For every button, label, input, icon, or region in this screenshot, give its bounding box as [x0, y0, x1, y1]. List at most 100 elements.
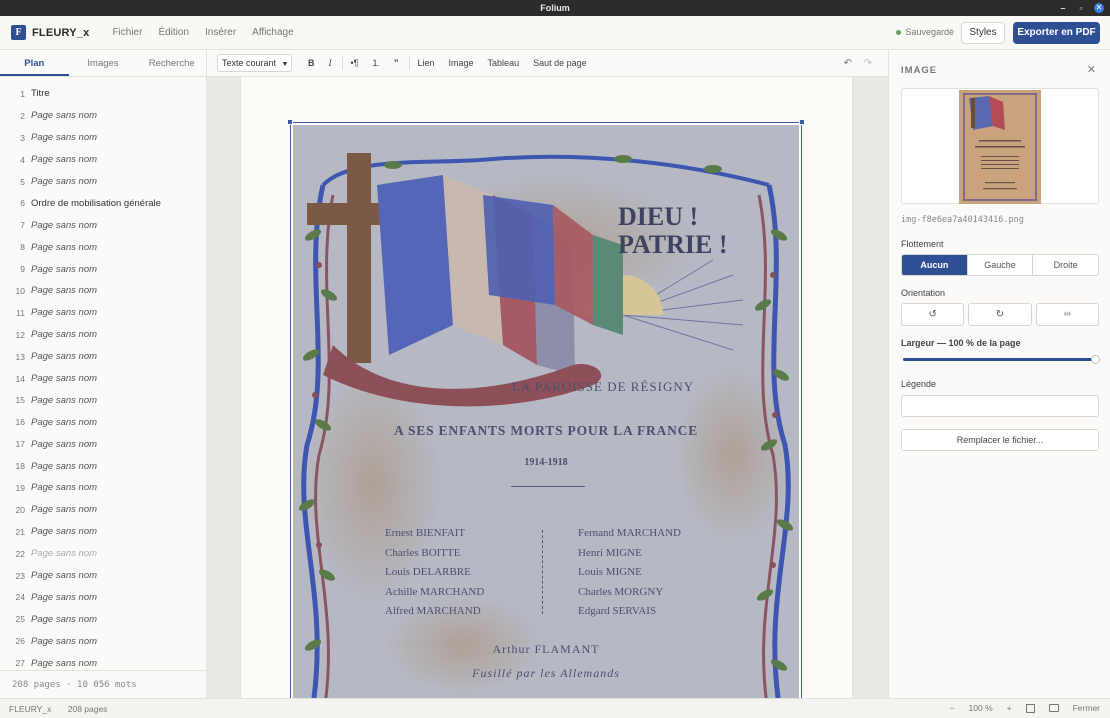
outline-item[interactable]: 20 Page sans nom — [0, 499, 206, 521]
outline-item[interactable]: 8 Page sans nom — [0, 236, 206, 258]
styles-button[interactable]: Styles — [961, 22, 1005, 44]
insert-table-button[interactable]: Tableau — [488, 58, 520, 68]
fit-width-icon[interactable] — [1048, 704, 1059, 712]
float-right-option[interactable]: Droite — [1032, 255, 1098, 275]
outline-item-title: Page sans nom — [31, 657, 98, 669]
outline-item-number: 27 — [15, 658, 25, 669]
outline-item-title: Page sans nom — [31, 394, 98, 406]
replace-file-button[interactable]: Remplacer le fichier... — [901, 429, 1099, 451]
outline-item-number: 22 — [15, 548, 25, 559]
status-page-count: 208 pages — [67, 704, 108, 714]
poster-name: Louis MIGNE — [578, 566, 642, 578]
outline-item[interactable]: 12 Page sans nom — [0, 324, 206, 346]
outline-item-title: Page sans nom — [31, 570, 98, 582]
orientation-label: Orientation — [901, 288, 946, 298]
poster-special-note: Fusillé par les Allemands — [472, 666, 620, 680]
document-canvas[interactable]: DIEU ! PATRIE ! LA PAROISSE DE RÉSIGNY A… — [207, 77, 888, 698]
outline-item[interactable]: 5 Page sans nom — [0, 171, 206, 193]
minimize-button[interactable]: – — [1058, 0, 1068, 16]
outline-item[interactable]: 6 Ordre de mobilisation générale — [0, 192, 206, 214]
resize-handle-top-right[interactable] — [799, 119, 805, 125]
poster-name: Charles BOITTE — [385, 546, 461, 559]
outline-item[interactable]: 14 Page sans nom — [0, 368, 206, 390]
link-button[interactable]: Lien — [418, 58, 435, 68]
rotate-right-icon[interactable]: ↻ — [968, 303, 1032, 326]
zoom-in-button[interactable]: + — [1007, 703, 1012, 713]
poster-name: Achille MARCHAND — [385, 585, 485, 598]
menu-affichage[interactable]: Affichage — [252, 27, 294, 38]
width-slider-handle[interactable] — [1091, 355, 1100, 364]
tab-recherche[interactable]: Recherche — [137, 50, 206, 76]
width-slider[interactable] — [903, 355, 1100, 364]
poster-motto: DIEU ! PATRIE ! — [618, 203, 738, 259]
rotate-left-icon[interactable]: ↺ — [901, 303, 965, 326]
caption-input[interactable] — [901, 395, 1099, 417]
outline-item-title: Page sans nom — [31, 132, 98, 144]
poster-name: Charles MORGNY — [578, 585, 664, 598]
outline-item[interactable]: 19 Page sans nom — [0, 477, 206, 499]
poster-motto-line-1: DIEU ! — [618, 202, 699, 231]
poster-names-right: Fernand MARCHAND Henri MIGNE Louis MIGNE Ch… — [578, 524, 728, 622]
selected-image-frame[interactable]: DIEU ! PATRIE ! LA PAROISSE DE RÉSIGNY A… — [287, 119, 805, 698]
outline-item[interactable]: 7 Page sans nom — [0, 214, 206, 236]
export-pdf-button[interactable]: Exporter en PDF — [1013, 22, 1100, 44]
outline-item[interactable]: 2 Page sans nom — [0, 105, 206, 127]
undo-icon[interactable]: ↶ — [844, 58, 852, 69]
poster-motto-line-2: PATRIE ! — [618, 230, 728, 259]
tab-images[interactable]: Images — [69, 50, 138, 76]
outline-item[interactable]: 9 Page sans nom — [0, 258, 206, 280]
paragraph-style-select[interactable]: Texte courant ▼ — [217, 54, 292, 72]
menu-fichier[interactable]: Fichier — [112, 27, 142, 38]
maximize-button[interactable]: ▫ — [1076, 0, 1086, 16]
close-document-button[interactable]: Fermer — [1073, 703, 1100, 713]
close-window-button[interactable]: ✕ — [1094, 3, 1104, 13]
save-status: Sauvegardé — [896, 27, 954, 37]
float-none-option[interactable]: Aucun — [902, 255, 967, 275]
outline-item[interactable]: 4 Page sans nom — [0, 149, 206, 171]
zoom-out-button[interactable]: − — [950, 703, 955, 713]
outline-item[interactable]: 16 Page sans nom — [0, 411, 206, 433]
outline-item[interactable]: 24 Page sans nom — [0, 586, 206, 608]
bold-button[interactable]: B — [308, 58, 315, 68]
quote-button[interactable]: ” — [394, 58, 399, 68]
outline-item[interactable]: 15 Page sans nom — [0, 389, 206, 411]
paragraph-style-value: Texte courant — [222, 58, 277, 68]
outline-item[interactable]: 26 Page sans nom — [0, 630, 206, 652]
document-page[interactable]: DIEU ! PATRIE ! LA PAROISSE DE RÉSIGNY A… — [241, 77, 852, 698]
outline-item[interactable]: 22 Page sans nom — [0, 543, 206, 565]
menu-inserer[interactable]: Insérer — [205, 27, 236, 38]
redo-icon[interactable]: ↷ — [864, 58, 872, 69]
menu-edition[interactable]: Édition — [158, 27, 189, 38]
numbered-list-button[interactable]: 1. — [373, 58, 381, 68]
app-header: F FLEURY_x Fichier Édition Insérer Affic… — [0, 16, 1110, 50]
page-break-button[interactable]: Saut de page — [533, 58, 587, 68]
bullet-list-button[interactable]: •¶ — [351, 58, 359, 68]
outline-item-number: 15 — [15, 395, 25, 406]
outline-item-title: Page sans nom — [31, 504, 98, 516]
float-left-option[interactable]: Gauche — [966, 255, 1033, 275]
italic-button[interactable]: I — [329, 58, 332, 68]
outline-item-number: 25 — [15, 614, 25, 625]
outline-item[interactable]: 17 Page sans nom — [0, 433, 206, 455]
outline-item[interactable]: 23 Page sans nom — [0, 565, 206, 587]
outline-item-title: Page sans nom — [31, 416, 98, 428]
outline-item-number: 24 — [15, 592, 25, 603]
outline-item[interactable]: 13 Page sans nom — [0, 346, 206, 368]
poster-column-divider — [542, 530, 543, 614]
flip-horizontal-icon[interactable]: ⇹ — [1035, 303, 1099, 326]
outline-item[interactable]: 1 Titre — [0, 83, 206, 105]
insert-image-button[interactable]: Image — [449, 58, 474, 68]
image-thumbnail — [959, 90, 1041, 204]
outline-item[interactable]: 18 Page sans nom — [0, 455, 206, 477]
document-name[interactable]: FLEURY_x — [32, 27, 89, 39]
outline-item-title: Page sans nom — [31, 482, 98, 494]
close-panel-icon[interactable]: ✕ — [1087, 63, 1096, 76]
outline-item[interactable]: 3 Page sans nom — [0, 127, 206, 149]
outline-item[interactable]: 25 Page sans nom — [0, 608, 206, 630]
tab-plan[interactable]: Plan — [0, 50, 69, 76]
outline-item-title: Page sans nom — [31, 591, 98, 603]
outline-item[interactable]: 10 Page sans nom — [0, 280, 206, 302]
outline-item[interactable]: 11 Page sans nom — [0, 302, 206, 324]
outline-item[interactable]: 21 Page sans nom — [0, 521, 206, 543]
fit-page-icon[interactable] — [1025, 703, 1035, 713]
